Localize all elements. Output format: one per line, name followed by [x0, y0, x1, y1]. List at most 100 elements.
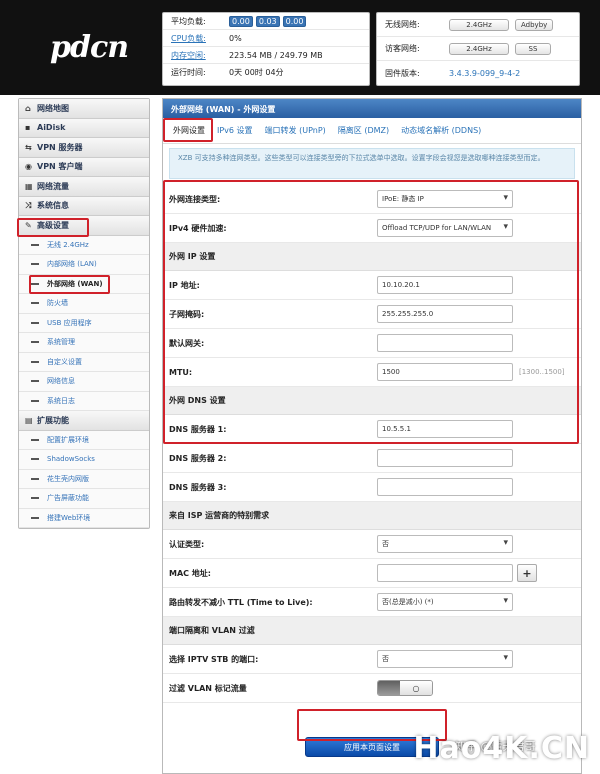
- dash-icon: [31, 516, 39, 519]
- wireless-2g-button[interactable]: 2.4GHz: [449, 18, 509, 31]
- iptv-select[interactable]: 否: [377, 650, 513, 668]
- adbyby-button[interactable]: Adbyby: [515, 18, 554, 31]
- guest-2g-button[interactable]: 2.4GHz: [449, 42, 509, 55]
- sidebar-sub-shadowsocks[interactable]: ShadowSocks: [19, 450, 149, 470]
- tab-ipv6[interactable]: IPv6 设置: [211, 125, 259, 136]
- dns3-input[interactable]: [377, 478, 513, 496]
- sidebar-item-label: 网络流量: [37, 181, 69, 191]
- wireless-label: 无线网络:: [385, 20, 420, 29]
- hw-accel-select[interactable]: Offload TCP/UDP for LAN/WLAN: [377, 219, 513, 237]
- dash-icon: [31, 263, 39, 266]
- sidebar-sub-ext-env[interactable]: 配置扩展环境: [19, 430, 149, 450]
- firmware-row: 固件版本: 3.4.3.9-099_9-4-2: [377, 61, 579, 85]
- uptime-value: 0天 00时 04分: [229, 68, 284, 77]
- sidebar-sub-lan[interactable]: 内部网络 (LAN): [19, 255, 149, 275]
- sidebar-sub-label: 配置扩展环境: [47, 435, 89, 444]
- sidebar-sub-label: 花生壳内网版: [47, 474, 89, 483]
- sidebar-sub-label: 搭建Web环境: [47, 513, 91, 522]
- tab-wan[interactable]: 外网设置: [167, 125, 211, 136]
- dash-icon: [31, 497, 39, 500]
- sidebar-sub-label: 外部网络 (WAN): [47, 279, 103, 288]
- sidebar-sub-custom[interactable]: 自定义设置: [19, 352, 149, 372]
- dash-icon: [31, 282, 39, 285]
- sidebar-sub-admin[interactable]: 系统管理: [19, 333, 149, 353]
- mask-input[interactable]: 255.255.255.0: [377, 305, 513, 323]
- sidebar-sub-web[interactable]: 搭建Web环境: [19, 508, 149, 528]
- vlan-section-header: 端口隔离和 VLAN 过滤: [163, 617, 581, 645]
- sidebar-sub-syslog[interactable]: 系统日志: [19, 391, 149, 411]
- sidebar-sub-oray[interactable]: 花生壳内网版: [19, 469, 149, 489]
- brand-logo[interactable]: pdcn: [50, 30, 129, 65]
- ss-button[interactable]: SS: [515, 42, 551, 55]
- vlan-filter-toggle[interactable]: ○: [377, 680, 433, 696]
- tab-upnp[interactable]: 端口转发 (UPnP): [259, 125, 332, 136]
- sidebar: ⌂ 网络地图 ▪ AiDisk ⇆ VPN 服务器 ◉ VPN 客户端 ▦ 网络流量 ⤨ 系…: [18, 98, 150, 535]
- dns1-input[interactable]: 10.5.5.1: [377, 420, 513, 438]
- sidebar-sub-wireless[interactable]: 无线 2.4GHz: [19, 235, 149, 255]
- wrench-icon: ✎: [25, 220, 32, 230]
- home-icon: ⌂: [25, 103, 31, 113]
- sidebar-sub-label: USB 应用程序: [47, 318, 92, 327]
- sidebar-item-vpn-client[interactable]: ◉ VPN 客户端: [19, 157, 149, 177]
- sidebar-item-label: 网络地图: [37, 103, 69, 113]
- sidebar-item-network-map[interactable]: ⌂ 网络地图: [19, 99, 149, 119]
- info-box: XZB 可支持多种连网类型。这些类型可以连接类型旁的下拉式选单中选取。设置字段会…: [169, 148, 575, 179]
- auth-select[interactable]: 否: [377, 535, 513, 553]
- sidebar-item-system-info[interactable]: ⤨ 系统信息: [19, 196, 149, 216]
- page-title: 外部网络 (WAN) - 外网设置: [163, 99, 581, 118]
- cpu-label[interactable]: CPU负载:: [171, 33, 225, 44]
- hw-accel-row: IPv4 硬件加速: Offload TCP/UDP for LAN/WLAN: [163, 214, 581, 243]
- add-mac-button[interactable]: +: [517, 564, 537, 582]
- dash-icon: [31, 321, 39, 324]
- sidebar-item-vpn-server[interactable]: ⇆ VPN 服务器: [19, 138, 149, 158]
- sidebar-item-aidisk[interactable]: ▪ AiDisk: [19, 118, 149, 138]
- sidebar-item-label: AiDisk: [37, 123, 66, 133]
- memory-label[interactable]: 内存空闲:: [171, 50, 225, 61]
- sidebar-sub-firewall[interactable]: 防火墙: [19, 294, 149, 314]
- hw-accel-label: IPv4 硬件加速:: [169, 223, 227, 233]
- uptime-row: 运行时间: 0天 00时 04分: [163, 64, 369, 81]
- dns3-label: DNS 服务器 3:: [169, 482, 227, 492]
- memory-row: 内存空闲: 223.54 MB / 249.79 MB: [163, 47, 369, 64]
- disk-icon: ▪: [25, 123, 31, 133]
- sidebar-item-advanced[interactable]: ✎ 高级设置: [19, 216, 149, 236]
- shuffle-icon: ⤨: [25, 200, 32, 210]
- tab-ddns[interactable]: 动态域名解析 (DDNS): [395, 125, 487, 136]
- load-label: 平均负载:: [171, 16, 206, 26]
- iptv-label: 选择 IPTV STB 的端口:: [169, 654, 259, 664]
- sidebar-item-extensions[interactable]: ▤ 扩展功能: [19, 411, 149, 431]
- sidebar-sub-label: 系统日志: [47, 396, 75, 405]
- sidebar-item-traffic[interactable]: ▦ 网络流量: [19, 177, 149, 197]
- load-badge-2: 0.03: [255, 15, 280, 27]
- auth-label: 认证类型:: [169, 539, 205, 549]
- ttl-select[interactable]: 否(总是减小) (*): [377, 593, 513, 611]
- tab-bar: 外网设置 IPv6 设置 端口转发 (UPnP) 隔离区 (DMZ) 动态域名解…: [163, 118, 581, 144]
- sidebar-sub-usb[interactable]: USB 应用程序: [19, 313, 149, 333]
- conn-type-select[interactable]: IPoE: 静态 IP: [377, 190, 513, 208]
- sidebar-sub-netinfo[interactable]: 网络信息: [19, 372, 149, 392]
- load-values: 0.00 0.03 0.00: [229, 15, 309, 27]
- mask-row: 子网掩码: 255.255.255.0: [163, 300, 581, 329]
- tab-dmz[interactable]: 隔离区 (DMZ): [332, 125, 395, 136]
- sidebar-sub-wan[interactable]: 外部网络 (WAN): [19, 274, 149, 294]
- cpu-value: 0%: [229, 33, 242, 43]
- mtu-input[interactable]: 1500: [377, 363, 513, 381]
- guest-label: 访客网络:: [385, 44, 420, 53]
- dash-icon: [31, 360, 39, 363]
- dash-icon: [31, 438, 39, 441]
- ip-input[interactable]: 10.10.20.1: [377, 276, 513, 294]
- dns2-input[interactable]: [377, 449, 513, 467]
- gateway-input[interactable]: [377, 334, 513, 352]
- firmware-version[interactable]: 3.4.3.9-099_9-4-2: [449, 69, 520, 78]
- sidebar-item-label: VPN 客户端: [37, 162, 83, 172]
- mac-input[interactable]: [377, 564, 513, 582]
- ip-section-header: 外网 IP 设置: [163, 243, 581, 271]
- mac-label: MAC 地址:: [169, 568, 212, 578]
- dash-icon: [31, 341, 39, 344]
- dns1-row: DNS 服务器 1: 10.5.5.1: [163, 415, 581, 444]
- ip-label: IP 地址:: [169, 280, 200, 290]
- sidebar-sub-adblock[interactable]: 广告屏蔽功能: [19, 489, 149, 509]
- dns2-label: DNS 服务器 2:: [169, 453, 227, 463]
- grid-icon: ▤: [25, 415, 33, 425]
- sidebar-sub-label: 网络信息: [47, 377, 75, 386]
